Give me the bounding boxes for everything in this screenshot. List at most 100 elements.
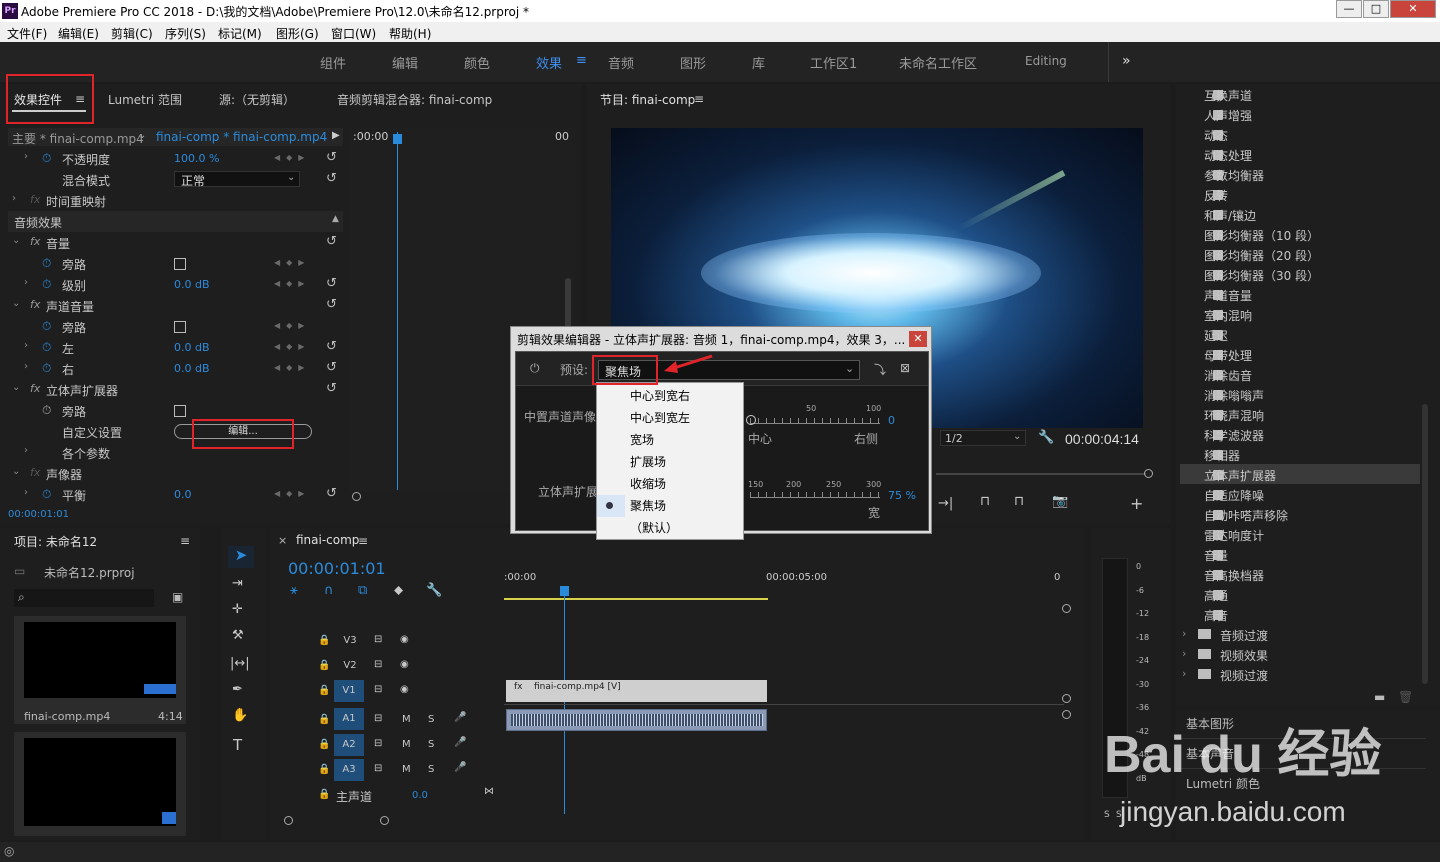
v-scroll-handle[interactable] bbox=[1062, 694, 1071, 703]
track-a3-label[interactable]: A3 bbox=[334, 759, 364, 781]
bypass-checkbox[interactable] bbox=[174, 321, 186, 333]
v-scroll-handle[interactable] bbox=[1062, 604, 1071, 613]
effect-item[interactable]: 高通 bbox=[1204, 587, 1228, 604]
menu-file[interactable]: 文件(F) bbox=[7, 25, 47, 42]
workspace-untitled[interactable]: 未命名工作区 bbox=[899, 53, 977, 72]
add-button-icon[interactable]: + bbox=[1130, 494, 1143, 513]
effect-item[interactable]: 雷达响度计 bbox=[1204, 527, 1264, 544]
selection-tool-icon[interactable]: ➤ bbox=[228, 546, 254, 568]
panel-menu-icon[interactable]: ≡ bbox=[180, 534, 190, 548]
sync-lock-icon[interactable]: ⊟ bbox=[374, 634, 382, 645]
minimize-button[interactable]: — bbox=[1336, 0, 1362, 18]
folder-chevron-icon[interactable]: › bbox=[1182, 647, 1186, 660]
slip-tool-icon[interactable]: |↔| bbox=[230, 656, 250, 671]
stopwatch-icon[interactable]: ⏱ bbox=[42, 340, 51, 355]
stopwatch-icon[interactable]: ⏱ bbox=[42, 361, 51, 376]
panel-menu-icon[interactable]: ≡ bbox=[358, 534, 368, 548]
lock-icon[interactable]: 🔒 bbox=[318, 789, 330, 800]
menu-help[interactable]: 帮助(H) bbox=[389, 25, 431, 42]
track-a2-label[interactable]: A2 bbox=[334, 734, 364, 756]
center-slider-handle[interactable] bbox=[746, 415, 756, 425]
v-scroll-handle[interactable] bbox=[1062, 710, 1071, 719]
workspace-assembly[interactable]: 组件 bbox=[320, 53, 346, 72]
balance-value[interactable]: 0.0 bbox=[174, 488, 192, 501]
preset-delete-icon[interactable]: ⊠ bbox=[900, 361, 910, 375]
reset-icon[interactable]: ↺ bbox=[326, 339, 337, 354]
reset-icon[interactable]: ↺ bbox=[326, 234, 337, 249]
type-tool-icon[interactable]: T bbox=[233, 736, 242, 754]
menu-window[interactable]: 窗口(W) bbox=[331, 25, 376, 42]
tab-audio-clip-mixer[interactable]: 音频剪辑混合器: finai-comp bbox=[337, 91, 492, 108]
keyframe-nav-icon[interactable]: ◀◆▶ bbox=[274, 153, 310, 162]
mic-icon[interactable]: 🎤 bbox=[454, 762, 466, 773]
center-slider-track[interactable] bbox=[750, 418, 880, 424]
close-button[interactable]: ✕ bbox=[1390, 0, 1436, 18]
expand-chevron-icon[interactable]: › bbox=[24, 340, 28, 351]
reset-icon[interactable]: ↺ bbox=[326, 486, 337, 501]
zoom-handle[interactable] bbox=[380, 816, 389, 825]
new-bin-icon[interactable]: ▬ bbox=[1374, 690, 1385, 704]
blend-mode-select[interactable]: 正常 ⌄ bbox=[174, 171, 300, 188]
mute-button[interactable]: M bbox=[402, 764, 411, 775]
left-value[interactable]: 0.0 dB bbox=[174, 341, 210, 354]
sync-lock-icon[interactable]: ⊟ bbox=[374, 713, 382, 724]
effect-item[interactable]: 立体声扩展器 bbox=[1204, 467, 1276, 484]
stopwatch-icon[interactable]: ⏱ bbox=[42, 487, 51, 502]
master-track-value[interactable]: 0.0 bbox=[412, 790, 428, 801]
reset-icon[interactable]: ↺ bbox=[326, 297, 337, 312]
effect-item[interactable]: 延迟 bbox=[1204, 327, 1228, 344]
mic-icon[interactable]: 🎤 bbox=[454, 712, 466, 723]
reset-icon[interactable]: ↺ bbox=[326, 276, 337, 291]
solo-button[interactable]: S bbox=[428, 764, 434, 775]
fx-icon[interactable]: fx bbox=[30, 466, 40, 479]
meter-solo-left[interactable]: S bbox=[1104, 810, 1110, 820]
menu-edit[interactable]: 编辑(E) bbox=[58, 25, 99, 42]
menu-sequence[interactable]: 序列(S) bbox=[165, 25, 206, 42]
effect-item[interactable]: 反转 bbox=[1204, 187, 1228, 204]
fx-icon[interactable]: fx bbox=[30, 298, 40, 311]
workspace-libraries[interactable]: 库 bbox=[752, 53, 765, 72]
collapse-chevron-icon[interactable]: ⌄ bbox=[12, 382, 20, 393]
nest-icon[interactable]: ⚹ bbox=[290, 583, 298, 598]
option-center-to-wide-left[interactable]: 中心到宽左 bbox=[630, 409, 690, 426]
sync-lock-icon[interactable]: ⊟ bbox=[374, 684, 382, 695]
video-clip[interactable]: fx finai-comp.mp4 [V] bbox=[506, 680, 767, 702]
playhead-line[interactable] bbox=[397, 132, 398, 490]
lift-icon[interactable]: ⊓ bbox=[980, 494, 990, 509]
collapse-chevron-icon[interactable]: ⌄ bbox=[12, 466, 20, 477]
option-wide-field[interactable]: 宽场 bbox=[630, 431, 654, 448]
expand-chevron-icon[interactable]: › bbox=[24, 361, 28, 372]
timeline-zoom-bar[interactable] bbox=[284, 816, 1060, 826]
eye-icon[interactable]: ◉ bbox=[400, 684, 409, 695]
collapse-up-icon[interactable]: ▲ bbox=[332, 214, 339, 224]
hand-tool-icon[interactable]: ✋ bbox=[232, 708, 248, 723]
track-a1-label[interactable]: A1 bbox=[334, 708, 364, 730]
add-marker-icon[interactable]: ⬥ bbox=[394, 583, 403, 598]
effect-item[interactable]: 动态处理 bbox=[1204, 147, 1252, 164]
collapse-chevron-icon[interactable]: ⌄ bbox=[12, 298, 20, 309]
menu-clip[interactable]: 剪辑(C) bbox=[111, 25, 153, 42]
program-timecode[interactable]: 00:00:04:14 bbox=[1065, 431, 1139, 447]
effect-item[interactable]: 消除齿音 bbox=[1204, 367, 1252, 384]
scale-select[interactable]: 1/2 ⌄ bbox=[940, 430, 1026, 446]
new-bin-icon[interactable]: ▣ bbox=[172, 590, 183, 604]
effect-folder[interactable]: 视频效果 bbox=[1220, 647, 1268, 664]
opacity-value[interactable]: 100.0 % bbox=[174, 152, 219, 165]
workspace-audio[interactable]: 音频 bbox=[608, 53, 634, 72]
folder-chevron-icon[interactable]: › bbox=[1182, 627, 1186, 640]
level-value[interactable]: 0.0 dB bbox=[174, 278, 210, 291]
effect-item[interactable]: 图形均衡器（10 段） bbox=[1204, 227, 1319, 244]
lock-icon[interactable]: 🔒 bbox=[318, 714, 330, 725]
fx-icon[interactable]: fx bbox=[30, 382, 40, 395]
settings-wrench-icon[interactable]: 🔧 bbox=[426, 583, 442, 598]
effect-item[interactable]: 参数均衡器 bbox=[1204, 167, 1264, 184]
expand-chevron-icon[interactable]: › bbox=[24, 487, 28, 498]
effects-scrollbar[interactable] bbox=[1422, 404, 1428, 684]
right-value[interactable]: 0.0 dB bbox=[174, 362, 210, 375]
lock-icon[interactable]: 🔒 bbox=[318, 739, 330, 750]
effect-item[interactable]: 消除嗡嗡声 bbox=[1204, 387, 1264, 404]
work-area-bar[interactable] bbox=[504, 598, 768, 600]
lock-icon[interactable]: 🔒 bbox=[318, 764, 330, 775]
stopwatch-icon[interactable]: ⏱ bbox=[42, 277, 51, 292]
option-default[interactable]: （默认） bbox=[630, 519, 678, 536]
